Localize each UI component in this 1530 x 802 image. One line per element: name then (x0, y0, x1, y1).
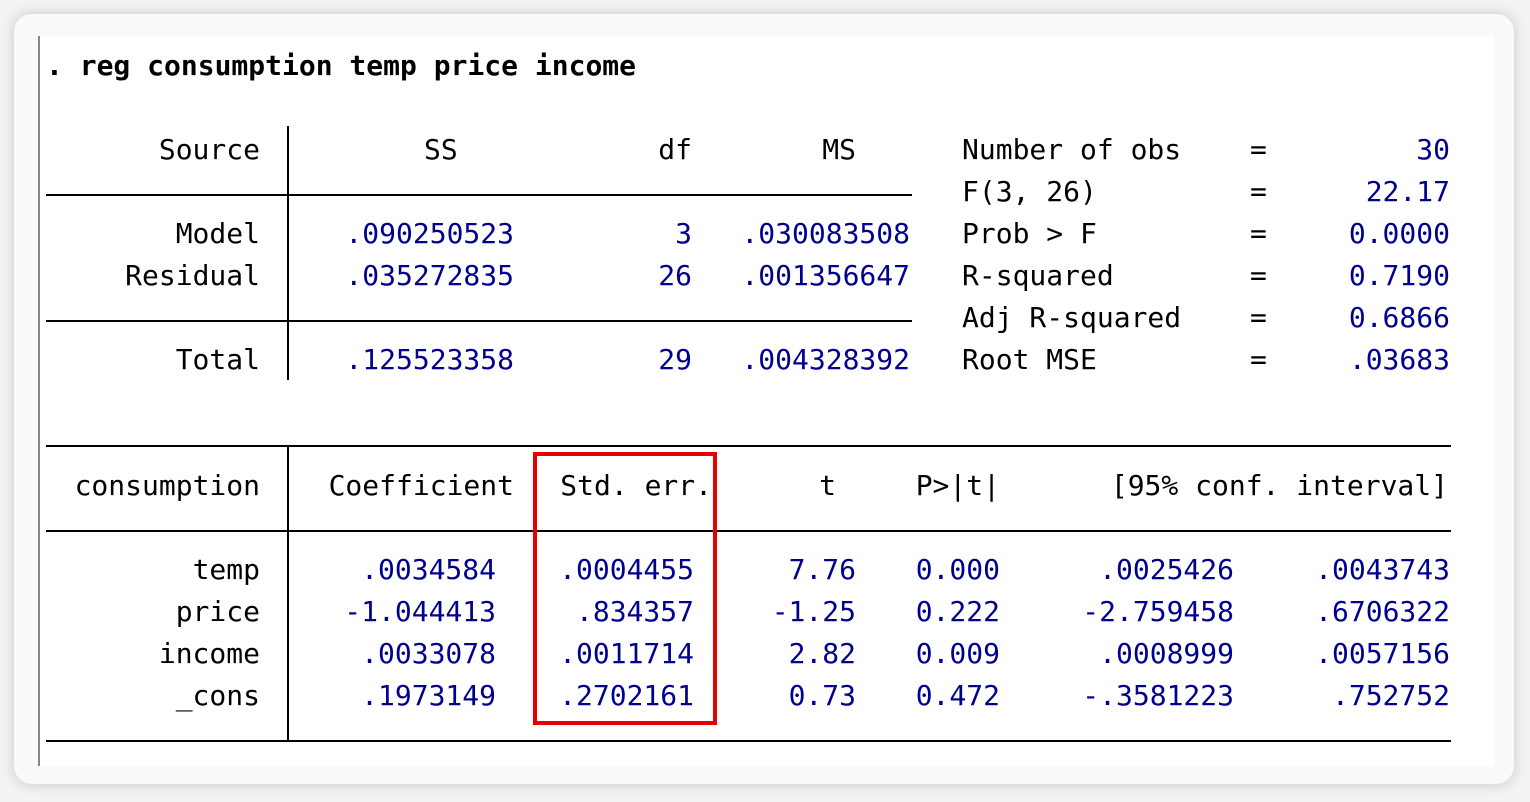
coef-row-t: 7.76 (788, 553, 856, 586)
coef-header-t: t (819, 469, 836, 502)
coef-header-depvar: consumption (74, 469, 260, 502)
anova-row-residual-ms: .001356647 (741, 259, 910, 292)
stat-label: R-squared (962, 259, 1114, 292)
stat-label: Adj R-squared (962, 301, 1182, 334)
anova-total-ss: .125523358 (345, 343, 514, 376)
stat-value: 30 (1416, 133, 1450, 166)
coef-row-var: temp (192, 553, 260, 586)
coef-row-coef: .0034584 (361, 553, 496, 586)
anova-total-label: Total (175, 343, 260, 376)
stat-label: Prob > F (962, 217, 1097, 250)
stat-label: Root MSE (962, 343, 1097, 376)
coef-row-ci-high: .752752 (1331, 679, 1450, 712)
stat-equals: = (1250, 133, 1267, 166)
anova-header-rule (46, 194, 912, 196)
std-err-highlight-box (533, 452, 717, 725)
anova-row-model-df: 3 (675, 217, 692, 250)
anova-row-model-label: Model (175, 217, 260, 250)
coef-header-p: P>|t| (915, 469, 1000, 502)
anova-total-ms: .004328392 (741, 343, 910, 376)
anova-total-df: 29 (658, 343, 692, 376)
coef-row-coef: .1973149 (361, 679, 496, 712)
coef-bottom-rule (46, 740, 1451, 742)
anova-header-df: df (658, 133, 692, 166)
coef-row-coef: .0033078 (361, 637, 496, 670)
coef-row-var: income (158, 637, 260, 670)
coef-row-p: 0.009 (915, 637, 1000, 670)
coef-row-ci-high: .0043743 (1315, 553, 1450, 586)
coef-row-ci-high: .0057156 (1315, 637, 1450, 670)
coef-row-ci-high: .6706322 (1315, 595, 1450, 628)
coef-row-coef: -1.044413 (344, 595, 496, 628)
coef-header-rule (46, 530, 1451, 532)
stat-value: 0.0000 (1348, 217, 1450, 250)
stat-equals: = (1250, 175, 1267, 208)
anova-total-rule (46, 320, 912, 322)
coef-row-t: 0.73 (788, 679, 856, 712)
window-left-border (38, 36, 40, 766)
anova-row-residual-ss: .035272835 (345, 259, 514, 292)
stat-value: 22.17 (1365, 175, 1450, 208)
stat-value: 0.6866 (1348, 301, 1450, 334)
coef-row-ci-low: .0025426 (1099, 553, 1234, 586)
coef-header-ci: [95% conf. interval] (1110, 469, 1448, 502)
anova-header-ss: SS (424, 133, 458, 166)
coef-row-p: 0.472 (915, 679, 1000, 712)
stat-value: .03683 (1348, 343, 1450, 376)
stat-equals: = (1250, 217, 1267, 250)
coef-row-ci-low: .0008999 (1099, 637, 1234, 670)
stat-equals: = (1250, 301, 1267, 334)
coef-row-t: -1.25 (771, 595, 856, 628)
stat-label: F(3, 26) (962, 175, 1097, 208)
coef-top-rule (46, 445, 1451, 447)
coef-vertical-rule (287, 445, 289, 741)
coef-row-t: 2.82 (788, 637, 856, 670)
stat-label: Number of obs (962, 133, 1182, 166)
anova-row-residual-label: Residual (125, 259, 260, 292)
coef-row-var: _cons (175, 679, 260, 712)
anova-row-residual-df: 26 (658, 259, 692, 292)
anova-header-ms: MS (822, 133, 856, 166)
stat-equals: = (1250, 343, 1267, 376)
coef-header-coefficient: Coefficient (328, 469, 514, 502)
stat-equals: = (1250, 259, 1267, 292)
command-line: . reg consumption temp price income (46, 49, 637, 82)
anova-vertical-rule (287, 126, 289, 380)
stat-value: 0.7190 (1348, 259, 1450, 292)
anova-header-source: Source (158, 133, 260, 166)
anova-row-model-ms: .030083508 (741, 217, 910, 250)
coef-row-var: price (175, 595, 260, 628)
coef-row-p: 0.222 (915, 595, 1000, 628)
coef-row-ci-low: -2.759458 (1082, 595, 1234, 628)
anova-row-model-ss: .090250523 (345, 217, 514, 250)
coef-row-p: 0.000 (915, 553, 1000, 586)
coef-row-ci-low: -.3581223 (1082, 679, 1234, 712)
